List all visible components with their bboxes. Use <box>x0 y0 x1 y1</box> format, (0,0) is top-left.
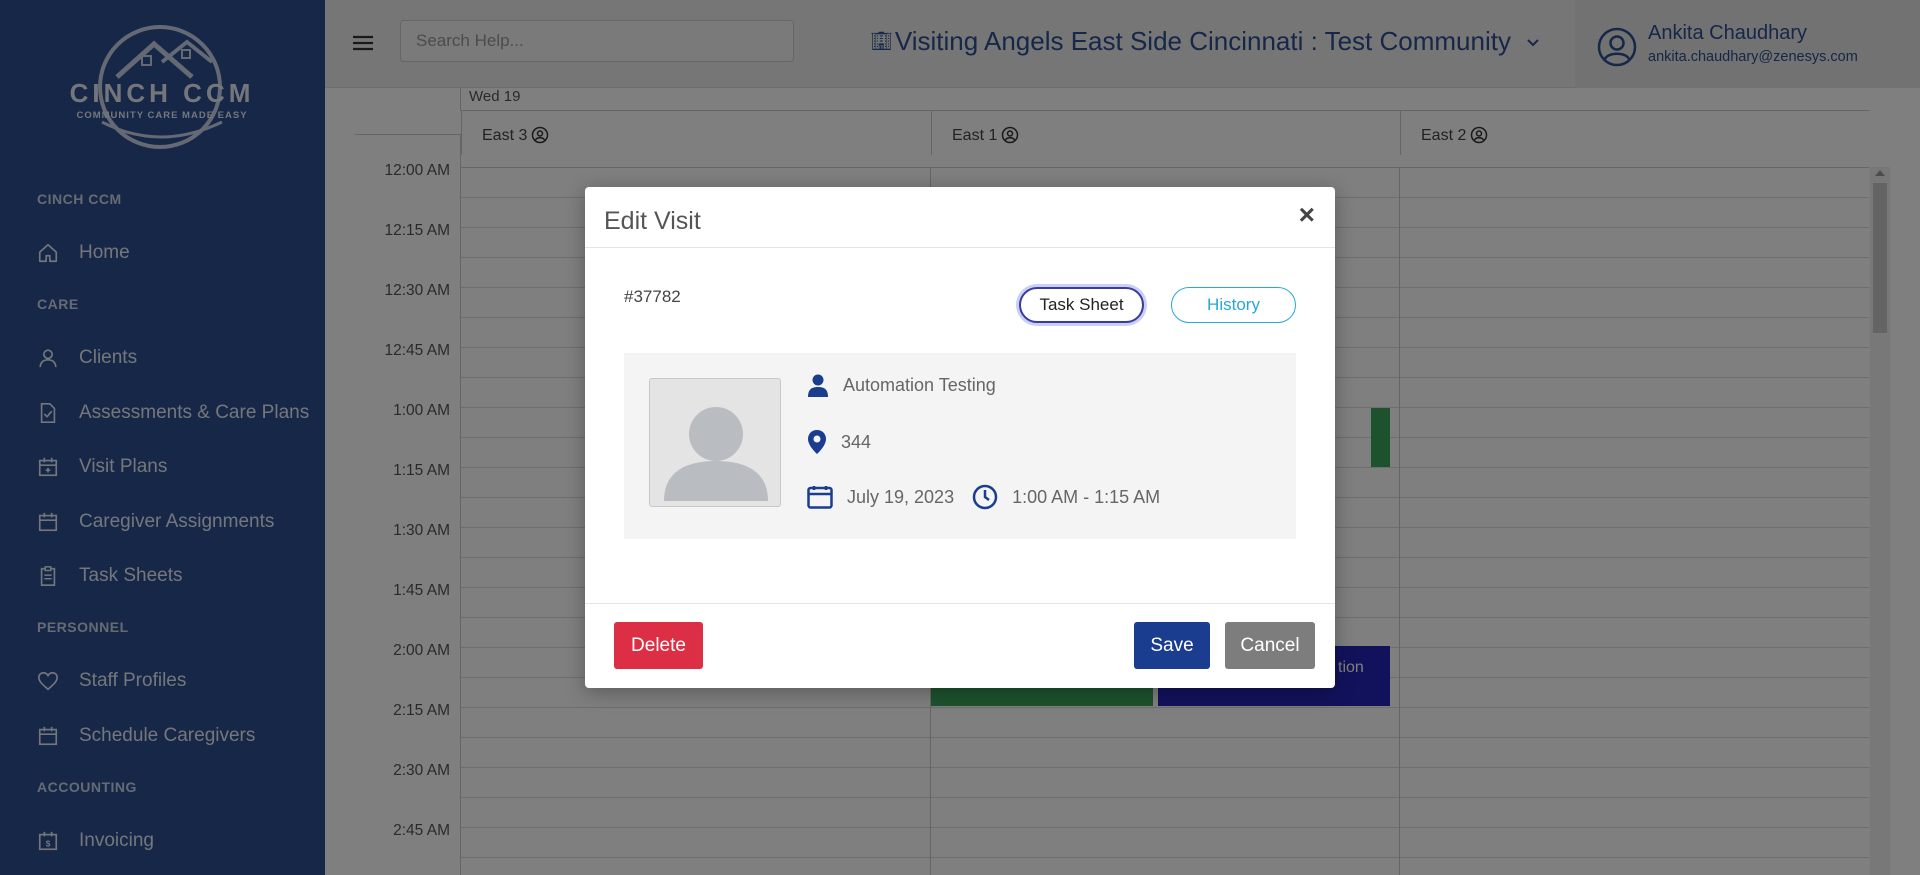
clock-icon <box>972 484 998 510</box>
edit-visit-modal: Edit Visit × #37782 Task Sheet History A… <box>585 187 1335 688</box>
visit-info-card: Automation Testing 344 July 19, 2023 1:0… <box>624 353 1296 539</box>
person-icon <box>808 374 828 397</box>
date-time-row: July 19, 2023 1:00 AM - 1:15 AM <box>807 484 1160 510</box>
location: 344 <box>841 431 872 452</box>
history-button[interactable]: History <box>1171 287 1296 323</box>
delete-button[interactable]: Delete <box>614 622 703 669</box>
modal-divider <box>585 247 1335 248</box>
calendar-icon <box>807 486 833 509</box>
task-sheet-button[interactable]: Task Sheet <box>1019 287 1144 323</box>
client-avatar <box>649 378 781 507</box>
cancel-button[interactable]: Cancel <box>1225 622 1315 669</box>
visit-date: July 19, 2023 <box>847 486 955 507</box>
close-icon[interactable]: × <box>1299 201 1315 229</box>
location-pin-icon <box>808 430 826 454</box>
client-name-row: Automation Testing <box>807 373 996 397</box>
save-button[interactable]: Save <box>1134 622 1210 669</box>
client-name: Automation Testing <box>843 374 996 395</box>
visit-id: #37782 <box>624 287 681 306</box>
modal-title: Edit Visit <box>604 207 701 235</box>
modal-divider <box>585 603 1335 604</box>
person-placeholder-icon <box>664 407 768 501</box>
visit-time: 1:00 AM - 1:15 AM <box>1012 486 1161 507</box>
location-row: 344 <box>807 429 871 455</box>
